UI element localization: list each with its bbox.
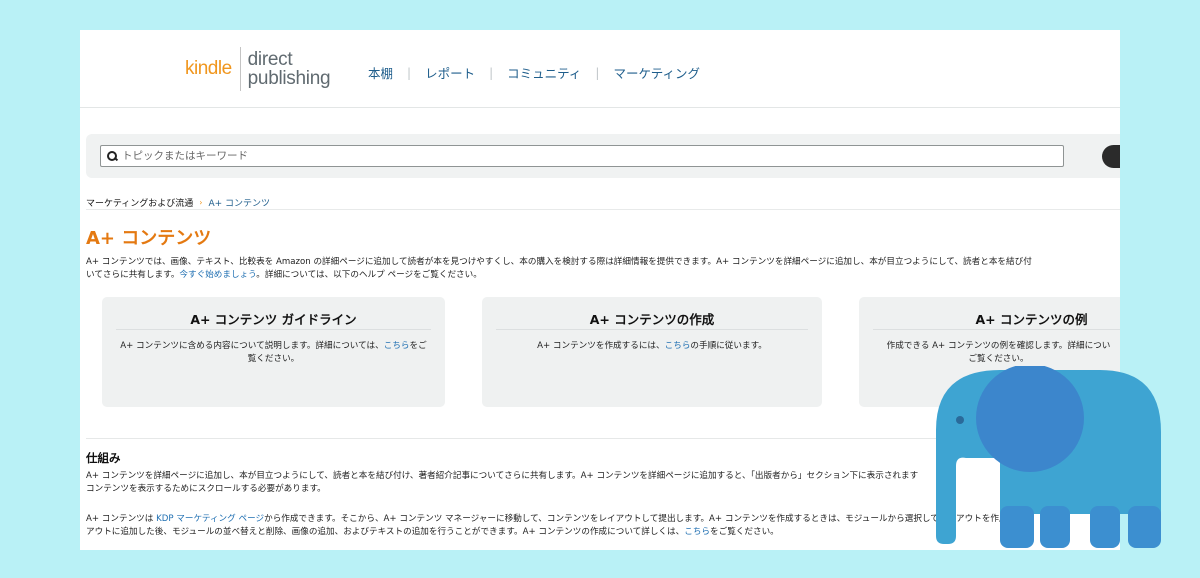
search-input[interactable] xyxy=(122,150,1022,162)
card-guidelines[interactable]: A+ コンテンツ ガイドライン A+ コンテンツに含める内容について説明します。… xyxy=(102,297,445,407)
card-body-text-2: ご覧ください。 xyxy=(968,354,1029,364)
search-box[interactable] xyxy=(100,145,1064,167)
para2-text2: から作成できます。そこから、A+ コンテンツ マネージャーに移動して、コンテンツ… xyxy=(264,514,1008,524)
intro-text-3: 。詳細については、以下のヘルプ ページをご覧ください。 xyxy=(256,270,482,280)
card-divider xyxy=(873,329,1120,330)
para1-line1: A+ コンテンツを詳細ページに追加し、本が目立つようにして、読者と本を結び付け、… xyxy=(86,471,919,481)
card-link-here[interactable]: こちら xyxy=(665,341,691,351)
breadcrumb-parent[interactable]: マーケティングおよび流通 xyxy=(86,196,193,209)
breadcrumb-separator: › xyxy=(199,198,203,207)
card-link-here[interactable]: こちら xyxy=(384,341,410,351)
intro-text: A+ コンテンツでは、画像、テキスト、比較表を Amazon の詳細ページに追加… xyxy=(86,256,1120,282)
search-bar-area xyxy=(86,134,1120,178)
logo-direct-publishing-text: direct publishing xyxy=(248,50,331,88)
card-title: A+ コンテンツの例 xyxy=(975,312,1088,327)
learn-more-link[interactable]: こちら xyxy=(684,527,710,537)
breadcrumb-current[interactable]: A+ コンテンツ xyxy=(208,196,270,209)
nav-bookshelf[interactable]: 本棚 xyxy=(368,63,393,82)
para2-text1: A+ コンテンツは xyxy=(86,514,157,524)
page-title: A+ コンテンツ xyxy=(86,228,212,249)
intro-text-2: いてさらに共有します。 xyxy=(86,270,180,280)
para2-line2-end: をご覧ください。 xyxy=(710,527,779,537)
card-title: A+ コンテンツ ガイドライン xyxy=(190,312,357,327)
logo-direct: direct xyxy=(247,49,293,70)
card-divider xyxy=(116,329,431,330)
breadcrumb: マーケティングおよび流通 › A+ コンテンツ xyxy=(86,196,270,209)
elephant-icon xyxy=(936,366,1161,548)
nav-marketing[interactable]: マーケティング xyxy=(613,63,700,82)
search-icon xyxy=(107,151,117,161)
get-started-link[interactable]: 今すぐ始めましょう xyxy=(179,270,256,280)
card-create[interactable]: A+ コンテンツの作成 A+ コンテンツを作成するには、こちらの手順に従います。 xyxy=(482,297,822,407)
nav-separator: | xyxy=(489,65,494,80)
elephant-body xyxy=(936,366,1161,548)
card-body-text: 作成できる A+ コンテンツの例を確認します。詳細につい xyxy=(886,341,1111,351)
section-title: 仕組み xyxy=(86,451,121,465)
para1-line2: コンテンツを表示するためにスクロールする必要があります。 xyxy=(86,484,326,494)
kdp-marketing-page-link[interactable]: KDP マーケティング ページ xyxy=(156,514,264,524)
para2-line2: アウトに追加した後、モジュールの並べ替えと削除、画像の追加、およびテキストの追加… xyxy=(86,527,685,537)
card-divider xyxy=(496,329,808,330)
card-body-text: A+ コンテンツを作成するには、 xyxy=(537,341,665,351)
intro-text-1: A+ コンテンツでは、画像、テキスト、比較表を Amazon の詳細ページに追加… xyxy=(86,257,1032,267)
card-body: A+ コンテンツに含める内容について説明します。詳細については、こちらをご覧くだ… xyxy=(116,340,431,366)
nav-community[interactable]: コミュニティ xyxy=(507,63,581,82)
main-nav: 本棚 | レポート | コミュニティ | マーケティング xyxy=(368,63,700,82)
card-title: A+ コンテンツの作成 xyxy=(589,312,715,327)
kdp-logo[interactable]: kindle direct publishing xyxy=(185,44,331,94)
logo-divider xyxy=(239,47,241,91)
card-body: A+ コンテンツを作成するには、こちらの手順に従います。 xyxy=(496,340,808,353)
logo-kindle-text: kindle xyxy=(185,58,232,79)
nav-separator: | xyxy=(595,65,600,80)
card-body-text: A+ コンテンツに含める内容について説明します。詳細については、 xyxy=(120,341,384,351)
search-button[interactable] xyxy=(1102,145,1120,168)
card-body-text-2: の手順に従います。 xyxy=(690,341,767,351)
breadcrumb-divider xyxy=(86,209,1120,210)
nav-separator: | xyxy=(407,65,412,80)
card-body: 作成できる A+ コンテンツの例を確認します。詳細につい ご覧ください。 xyxy=(873,340,1120,366)
site-header: kindle direct publishing 本棚 | レポート | コミュ… xyxy=(80,30,1120,108)
logo-publishing: publishing xyxy=(247,68,331,89)
nav-reports[interactable]: レポート xyxy=(425,63,475,82)
